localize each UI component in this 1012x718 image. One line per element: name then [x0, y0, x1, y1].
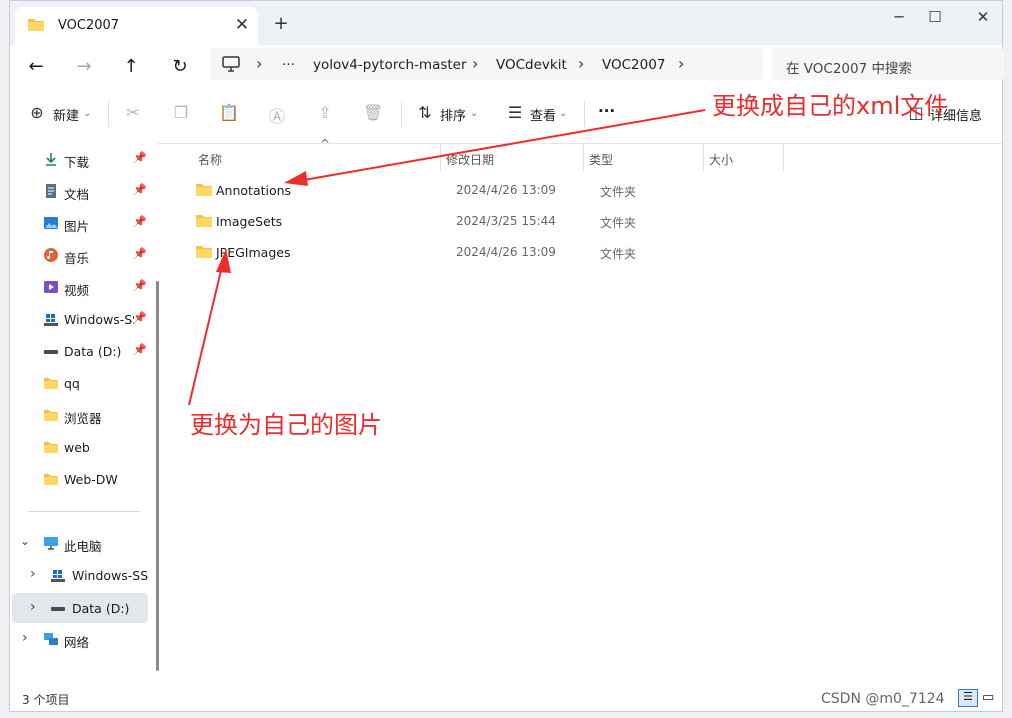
annotation-image-note: 更换为自己的图片	[190, 411, 382, 439]
annotation-arrow-line	[188, 261, 224, 406]
annotation-xml-note: 更换成自己的xml文件	[712, 92, 949, 120]
annotation-arrow-line	[297, 109, 706, 182]
annotation-arrowhead	[216, 249, 231, 273]
annotation-arrowhead	[284, 171, 308, 186]
csdn-watermark: CSDN @m0_7124	[821, 691, 945, 707]
